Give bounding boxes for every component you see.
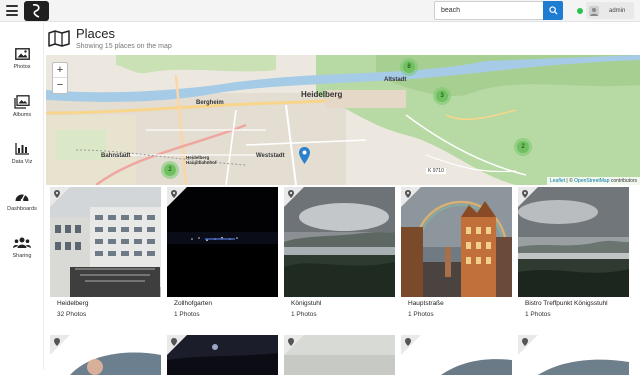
place-name: Königstuhl — [291, 300, 322, 307]
search-icon — [548, 6, 558, 15]
place-card[interactable]: Hauptstraße 1 Photos — [397, 185, 512, 327]
place-card[interactable]: Bistro Treffpunkt Königsstuhl 1 Photos — [514, 185, 629, 327]
map-label: Bahnstadt — [101, 153, 131, 159]
bar-chart-icon — [15, 141, 29, 157]
app-logo[interactable] — [24, 1, 49, 21]
map-cluster[interactable]: 2 — [514, 138, 532, 156]
map-cluster[interactable]: 8 — [400, 58, 418, 76]
place-card[interactable] — [518, 335, 629, 375]
map-label: Bergheim — [196, 100, 224, 106]
online-status-dot — [577, 8, 583, 14]
map-pin-icon — [50, 187, 70, 207]
sidebar-item-photos[interactable]: Photos — [0, 46, 44, 86]
top-bar: admin — [0, 0, 640, 22]
sidebar-item-sharing[interactable]: Sharing — [0, 235, 44, 275]
map-cluster[interactable]: 2 — [161, 161, 179, 179]
map-cluster[interactable]: 3 — [433, 87, 451, 105]
sidebar: Photos Albums Data Viz Dashboards Sharin… — [0, 22, 44, 370]
map-tiles — [46, 55, 640, 185]
photo-count: 1 Photos — [291, 311, 317, 318]
sidebar-item-label: Sharing — [12, 253, 32, 259]
map-pin-icon — [167, 187, 187, 207]
photo-count: 1 Photos — [408, 311, 434, 318]
map-label: Weststadt — [256, 153, 285, 159]
map-label: Altstadt — [384, 77, 407, 83]
photo-icon — [14, 46, 30, 62]
attribution-separator: | © — [565, 178, 575, 184]
map-label: K 9710 — [426, 168, 446, 174]
place-photo — [401, 335, 512, 375]
cluster-count: 3 — [436, 90, 448, 102]
attribution-tail: contributors — [609, 178, 637, 184]
map-marker-icon[interactable] — [299, 147, 310, 169]
map-icon — [48, 30, 70, 52]
map-pin-icon — [284, 187, 304, 207]
places-grid: Heidelberg 32 Photos Zollhofgarten 1 Pho… — [46, 185, 640, 375]
osm-link[interactable]: OpenStreetMap — [574, 178, 609, 184]
place-photo — [167, 335, 278, 375]
page-title: Places — [76, 26, 116, 41]
map-zoom-control: + − — [52, 62, 68, 94]
sidebar-item-label: Data Viz — [11, 159, 33, 165]
photo-count: 1 Photos — [525, 311, 551, 318]
search-bar — [434, 1, 563, 20]
cluster-count: 2 — [517, 141, 529, 153]
place-card[interactable] — [167, 335, 278, 375]
place-card[interactable] — [50, 335, 161, 375]
place-name: Zollhofgarten — [174, 300, 212, 307]
place-photo — [50, 335, 161, 375]
place-card[interactable]: Zollhofgarten 1 Photos — [163, 185, 278, 327]
page-subtitle: Showing 15 places on the map — [76, 43, 172, 50]
place-name: Heidelberg — [57, 300, 89, 307]
avatar-icon — [589, 5, 599, 16]
photo-count: 32 Photos — [57, 311, 87, 318]
place-name: Bistro Treffpunkt Königsstuhl — [525, 300, 608, 307]
map-pin-icon — [401, 187, 421, 207]
sidebar-item-label: Dashboards — [7, 206, 37, 212]
dashboard-icon — [14, 188, 30, 204]
map-label: Heidelberg — [301, 90, 343, 99]
sidebar-item-label: Photos — [13, 64, 31, 70]
menu-icon[interactable] — [6, 5, 18, 16]
search-input[interactable] — [434, 1, 543, 20]
place-name: Hauptstraße — [408, 300, 444, 307]
photo-count: 1 Photos — [174, 311, 200, 318]
map-pin-icon — [518, 187, 538, 207]
search-button[interactable] — [543, 1, 563, 20]
zoom-in-button[interactable]: + — [53, 63, 67, 78]
sidebar-item-albums[interactable]: Albums — [0, 94, 44, 134]
users-icon — [13, 235, 31, 251]
place-card[interactable] — [284, 335, 395, 375]
map-attribution: Leaflet | © OpenStreetMap contributors — [547, 177, 640, 185]
place-photo — [284, 335, 395, 375]
zoom-out-button[interactable]: − — [53, 78, 67, 93]
place-card[interactable] — [401, 335, 512, 375]
user-menu[interactable]: admin — [586, 2, 634, 19]
page-header: Places Showing 15 places on the map — [48, 26, 638, 54]
place-photo — [518, 335, 629, 375]
cluster-count: 8 — [403, 61, 415, 73]
place-card[interactable]: Königstuhl 1 Photos — [280, 185, 395, 327]
leaflet-link[interactable]: Leaflet — [550, 178, 565, 184]
sidebar-item-data-viz[interactable]: Data Viz — [0, 141, 44, 181]
map-label: Heidelberg Hauptbahnhof — [186, 155, 217, 165]
place-card[interactable]: Heidelberg 32 Photos — [46, 185, 161, 327]
sidebar-item-dashboards[interactable]: Dashboards — [0, 188, 44, 228]
user-name: admin — [609, 7, 626, 14]
cluster-count: 2 — [164, 164, 176, 176]
places-map[interactable]: + − Heidelberg Altstadt Bergheim Weststa… — [46, 55, 640, 185]
sidebar-item-label: Albums — [12, 112, 32, 118]
albums-icon — [14, 94, 30, 110]
